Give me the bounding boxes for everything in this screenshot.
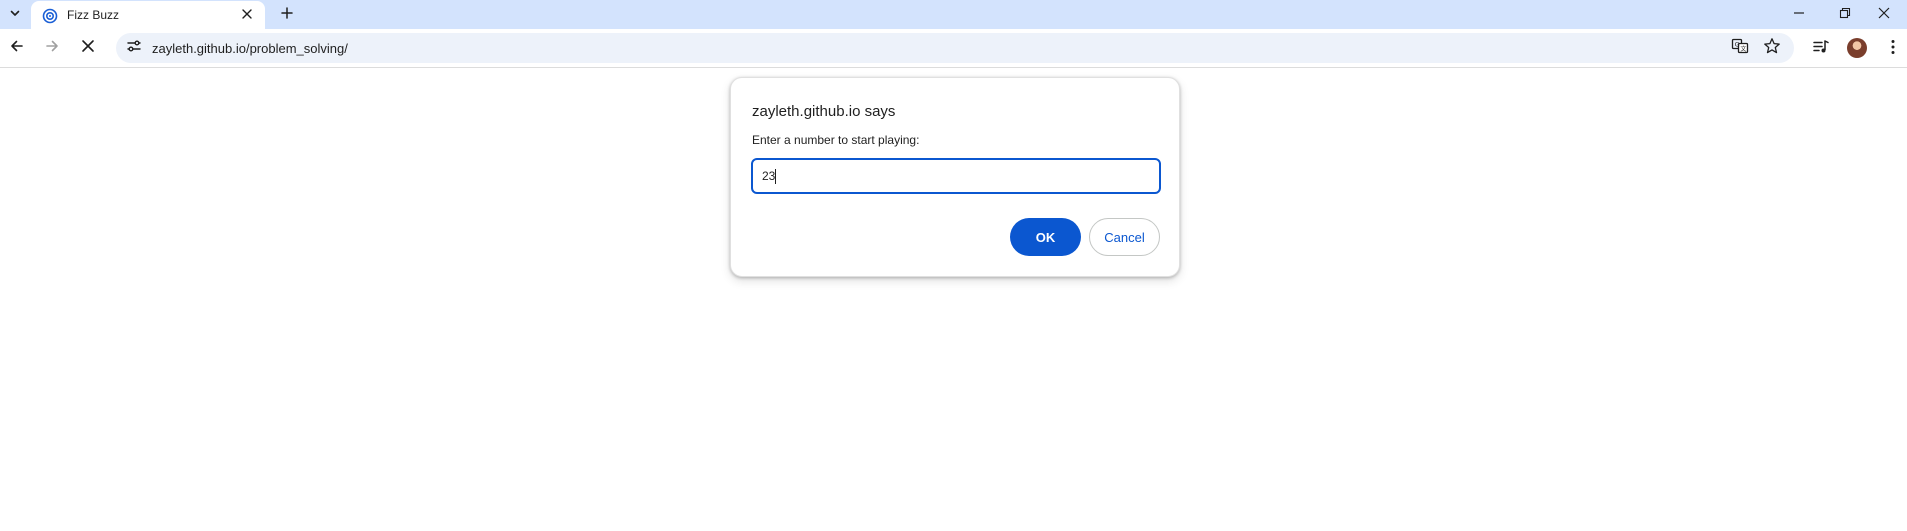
svg-text:文: 文 bbox=[1740, 44, 1746, 52]
number-input[interactable] bbox=[751, 158, 1161, 194]
bookmark-button[interactable] bbox=[1762, 37, 1782, 60]
media-controls-button[interactable] bbox=[1810, 38, 1832, 60]
minimize-icon bbox=[1793, 6, 1805, 24]
dialog-message: Enter a number to start playing: bbox=[752, 133, 920, 147]
site-info-button[interactable] bbox=[124, 38, 144, 58]
plus-icon bbox=[281, 6, 293, 24]
close-icon bbox=[1878, 6, 1890, 24]
svg-text:G: G bbox=[1735, 40, 1740, 48]
dialog-title: zayleth.github.io says bbox=[752, 103, 896, 120]
tab-strip: Fizz Buzz bbox=[0, 0, 1907, 29]
arrow-left-icon bbox=[9, 38, 25, 59]
more-vertical-icon bbox=[1890, 39, 1896, 60]
prompt-dialog: zayleth.github.io says Enter a number to… bbox=[730, 77, 1180, 277]
translate-icon: G 文 bbox=[1731, 37, 1749, 60]
back-button[interactable] bbox=[3, 34, 31, 62]
tune-icon bbox=[126, 38, 142, 59]
close-window-button[interactable] bbox=[1861, 0, 1907, 29]
globe-swirl-icon bbox=[42, 8, 58, 24]
tab-fizz-buzz[interactable]: Fizz Buzz bbox=[31, 1, 265, 29]
tab-close-button[interactable] bbox=[239, 7, 255, 23]
cancel-button[interactable]: Cancel bbox=[1089, 218, 1160, 256]
arrow-right-icon bbox=[44, 38, 60, 59]
forward-button[interactable] bbox=[38, 34, 66, 62]
tab-search-button[interactable] bbox=[4, 4, 26, 26]
browser-menu-button[interactable] bbox=[1882, 38, 1904, 60]
ok-button[interactable]: OK bbox=[1010, 218, 1081, 256]
text-caret bbox=[775, 169, 776, 184]
close-icon bbox=[242, 6, 252, 24]
chevron-down-icon bbox=[9, 6, 21, 24]
translate-button[interactable]: G 文 bbox=[1730, 38, 1750, 58]
stop-loading-button[interactable] bbox=[74, 34, 102, 62]
tab-title: Fizz Buzz bbox=[67, 8, 120, 22]
star-icon bbox=[1763, 37, 1781, 60]
restore-icon bbox=[1839, 6, 1851, 24]
minimize-button[interactable] bbox=[1776, 0, 1822, 29]
url-text[interactable]: zayleth.github.io/problem_solving/ bbox=[152, 41, 348, 56]
queue-music-icon bbox=[1812, 38, 1830, 61]
avatar[interactable] bbox=[1847, 38, 1867, 58]
address-bar[interactable]: zayleth.github.io/problem_solving/ G 文 bbox=[116, 33, 1794, 63]
close-icon bbox=[81, 39, 95, 58]
new-tab-button[interactable] bbox=[276, 4, 298, 26]
browser-toolbar: zayleth.github.io/problem_solving/ G 文 bbox=[0, 29, 1907, 68]
